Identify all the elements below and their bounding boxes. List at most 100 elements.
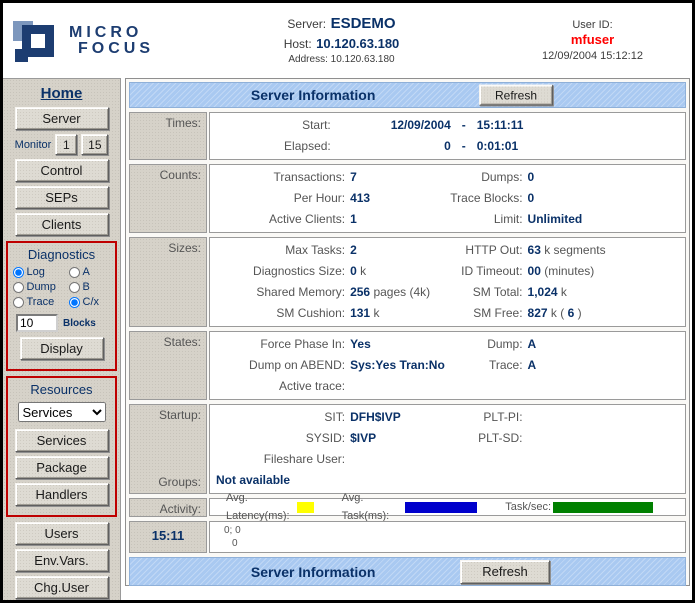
times-label: Times: <box>129 112 207 160</box>
user-id-label: User ID: <box>505 18 680 32</box>
sm-cushion-value: 131 <box>350 306 370 320</box>
server-label: Server: <box>287 17 326 31</box>
times-content: Start: 12/09/2004 - 15:11:11 Elapsed: 0 … <box>209 112 686 160</box>
startup-groups-label-cell: Startup: Groups: <box>129 404 207 494</box>
shared-memory-label: Shared Memory: <box>214 282 350 303</box>
dumps-value: 0 <box>528 167 681 188</box>
elapsed-days: 0 <box>331 136 451 157</box>
legend-latency-swatch <box>297 502 314 513</box>
refresh-button-top[interactable]: Refresh <box>479 85 553 106</box>
control-button[interactable]: Control <box>15 159 109 182</box>
dump-on-abend-value: Sys:Yes Tran:No <box>350 355 445 376</box>
page-title-bottom: Server Information <box>251 564 375 580</box>
dumps-label: Dumps: <box>433 167 527 188</box>
sm-free-suffix2: ) <box>574 306 581 320</box>
home-link[interactable]: Home <box>3 85 120 102</box>
radio-a[interactable]: A <box>69 266 111 278</box>
plt-sd-value <box>528 428 681 449</box>
legend-task-sec-label: Task/sec: <box>505 498 551 516</box>
sm-free-value: 827 <box>528 306 548 320</box>
display-button[interactable]: Display <box>20 337 104 360</box>
sizes-content: Max Tasks:2 Diagnostics Size:0 k Shared … <box>209 237 686 327</box>
user-session-info: User ID: mfuser 12/09/2004 15:12:12 <box>505 18 680 63</box>
counts-label: Counts: <box>129 164 207 233</box>
limit-label: Limit: <box>433 209 527 230</box>
radio-b-input[interactable] <box>69 282 80 293</box>
radio-dump[interactable]: Dump <box>13 281 69 293</box>
services-button[interactable]: Services <box>15 429 109 452</box>
plt-sd-label: PLT-SD: <box>433 428 527 449</box>
sm-total-label: SM Total: <box>433 282 527 303</box>
trace-state-value: A <box>528 355 681 376</box>
legend-task-ms: Avg. Task(ms): <box>342 489 478 525</box>
force-phase-in-label: Force Phase In: <box>214 334 350 355</box>
max-tasks-label: Max Tasks: <box>214 240 350 261</box>
radio-cx-input[interactable] <box>69 297 80 308</box>
chg-user-button[interactable]: Chg.User <box>15 576 109 599</box>
radio-a-label: A <box>83 266 90 278</box>
ticker-content: 0; 0 0 <box>209 521 686 553</box>
activity-legend: Avg. Latency(ms): Avg. Task(ms): Task/se… <box>209 498 686 516</box>
server-identity: Server: ESDEMO Host: 10.120.63.180 Addre… <box>178 14 505 67</box>
monitor-1-button[interactable]: 1 <box>55 134 77 155</box>
elapsed-label: Elapsed: <box>214 136 331 157</box>
clients-button[interactable]: Clients <box>15 213 109 236</box>
env-vars-button[interactable]: Env.Vars. <box>15 549 109 572</box>
legend-task-sec-swatch <box>553 502 653 513</box>
page-header: MICRO FOCUS Server: ESDEMO Host: 10.120.… <box>3 3 692 78</box>
diag-size-label: Diagnostics Size: <box>214 261 350 282</box>
id-timeout-value: 00 <box>528 264 541 278</box>
diag-size-value: 0 <box>350 264 357 278</box>
host-address: 10.120.63.180 <box>316 36 399 51</box>
counts-row: Counts: Transactions:7 Per Hour:413 Acti… <box>129 164 686 233</box>
bottom-title-bar: Server Information Refresh <box>129 557 686 586</box>
sm-free-suffix: k ( <box>548 306 568 320</box>
radio-cx-label: C/x <box>83 296 100 308</box>
http-out-label: HTTP Out: <box>433 240 527 261</box>
sm-cushion-suffix: k <box>370 306 379 320</box>
shared-memory-value: 256 <box>350 285 370 299</box>
legend-latency: Avg. Latency(ms): <box>226 489 314 525</box>
http-out-suffix: k segments <box>541 243 606 257</box>
handlers-button[interactable]: Handlers <box>15 483 109 506</box>
start-label: Start: <box>214 115 331 136</box>
radio-trace[interactable]: Trace <box>13 296 69 308</box>
monitor-row: Monitor 1 15 <box>3 134 120 155</box>
legend-task-sec: Task/sec: <box>505 498 653 516</box>
startup-label: Startup: <box>130 408 201 422</box>
active-clients-value: 1 <box>350 209 433 230</box>
radio-cx[interactable]: C/x <box>69 296 111 308</box>
counts-content: Transactions:7 Per Hour:413 Active Clien… <box>209 164 686 233</box>
refresh-button-bottom[interactable]: Refresh <box>460 560 550 584</box>
radio-log-input[interactable] <box>13 267 24 278</box>
blocks-input[interactable] <box>16 314 58 332</box>
micro-focus-logo: MICRO FOCUS <box>13 18 178 64</box>
server-button[interactable]: Server <box>15 107 109 130</box>
sm-total-suffix: k <box>558 285 567 299</box>
monitor-15-button[interactable]: 15 <box>81 134 108 155</box>
plt-pi-value <box>528 407 681 428</box>
logo-line2: FOCUS <box>78 41 154 57</box>
seps-button[interactable]: SEPs <box>15 186 109 209</box>
radio-a-input[interactable] <box>69 267 80 278</box>
radio-b[interactable]: B <box>69 281 111 293</box>
radio-dump-label: Dump <box>27 281 56 293</box>
users-button[interactable]: Users <box>15 522 109 545</box>
groups-label: Groups: <box>130 475 201 489</box>
times-row: Times: Start: 12/09/2004 - 15:11:11 Elap… <box>129 112 686 160</box>
package-button[interactable]: Package <box>15 456 109 479</box>
radio-trace-input[interactable] <box>13 297 24 308</box>
logo-line1: MICRO <box>69 25 154 41</box>
server-name: ESDEMO <box>331 15 396 32</box>
per-hour-value: 413 <box>350 188 433 209</box>
sm-cushion-label: SM Cushion: <box>214 303 350 324</box>
radio-b-label: B <box>83 281 90 293</box>
radio-dump-input[interactable] <box>13 282 24 293</box>
monitor-label: Monitor <box>15 139 52 151</box>
radio-log[interactable]: Log <box>13 266 69 278</box>
active-trace-label: Active trace: <box>214 376 350 397</box>
resources-select[interactable]: Services <box>18 402 106 422</box>
id-timeout-suffix: (minutes) <box>541 264 594 278</box>
micro-focus-logo-icon <box>13 18 61 64</box>
active-trace-value <box>350 376 433 397</box>
